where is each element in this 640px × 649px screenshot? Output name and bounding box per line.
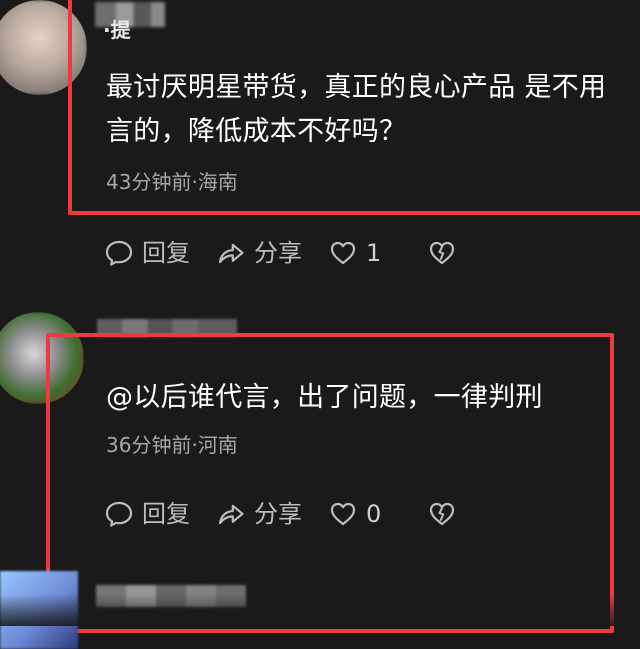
reply-label: 回复 [142,239,190,267]
broken-heart-icon [430,241,455,265]
share-label: 分享 [254,500,302,528]
reply-label: 回复 [142,500,190,528]
comment-actions: 回复 分享 1 [104,238,483,268]
like-count: 0 [366,500,382,528]
heart-outline-icon [330,502,356,526]
comment-meta: 36分钟前·河南 [106,433,238,457]
share-label: 分享 [254,239,302,267]
comment-text-line-1: @以后谁代言，出了问题，一律判刑 [106,382,543,413]
comment-text-line-1: 最讨厌明星带货，真正的良心产品 是不用 [106,72,607,103]
speech-bubble-icon [105,240,133,266]
heart-outline-icon [330,241,356,265]
comment-item-1: ·提 最讨厌明星带货，真正的良心产品 是不用 言的，降低成本不好吗？ 43分钟前… [0,0,640,300]
speech-bubble-icon [105,501,133,527]
comment-text-line-2: 言的，降低成本不好吗？ [106,116,407,147]
dislike-button[interactable] [427,238,457,268]
broken-heart-icon [430,502,455,526]
like-count: 1 [366,239,382,267]
comment-meta: 43分钟前·海南 [106,170,238,194]
share-arrow-icon [218,504,244,525]
dislike-button[interactable] [427,499,457,529]
share-button[interactable]: 分享 [216,238,302,268]
comment-actions: 回复 分享 0 [104,499,483,529]
comment-item-2: @以后谁代言，出了问题，一律判刑 36分钟前·河南 回复 分享 0 [0,300,640,633]
like-button[interactable]: 0 [328,499,381,529]
like-button[interactable]: 1 [328,238,381,268]
reply-button[interactable]: 回复 [104,238,190,268]
bottom-fade [0,594,640,626]
reply-button[interactable]: 回复 [104,499,190,529]
share-arrow-icon [218,243,244,264]
share-button[interactable]: 分享 [216,499,302,529]
